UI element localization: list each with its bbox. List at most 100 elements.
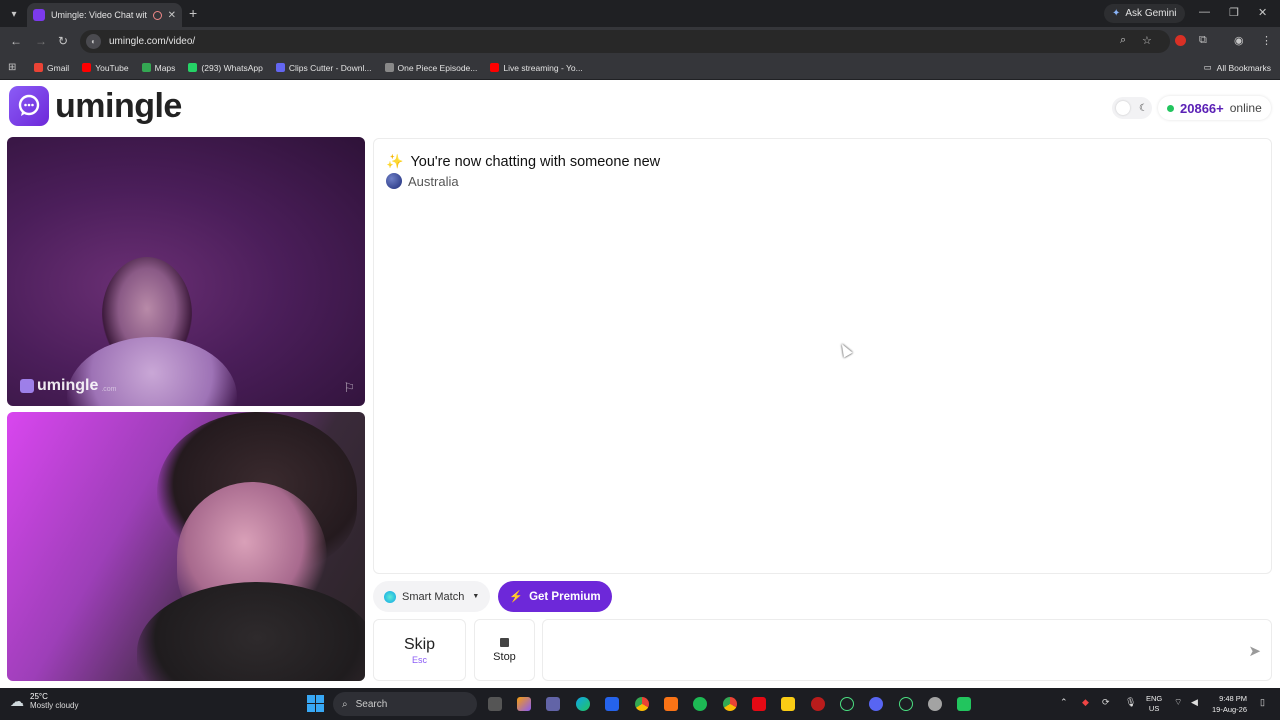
chrome-profile-icon[interactable] <box>723 697 737 711</box>
self-video <box>7 412 365 681</box>
dark-mode-toggle[interactable]: ☾ <box>1112 97 1152 119</box>
app-gray-icon[interactable] <box>928 697 942 711</box>
umingle-watermark: umingle .com <box>20 377 117 395</box>
watermark-logo-icon <box>20 379 34 393</box>
edge-icon[interactable] <box>576 697 590 711</box>
site-info-icon[interactable]: ◐ <box>86 34 101 49</box>
temperature: 25°C <box>30 692 48 701</box>
app-red-icon[interactable] <box>811 697 825 711</box>
send-icon[interactable]: ➤ <box>1248 642 1261 660</box>
extensions-puzzle-icon[interactable]: ⧉ <box>1199 34 1207 47</box>
online-counter-badge: 20866+ online <box>1158 96 1271 120</box>
skip-shortcut: Esc <box>411 654 427 665</box>
teams-icon[interactable] <box>546 697 560 711</box>
app-active-green-icon[interactable] <box>957 697 971 711</box>
wifi-icon[interactable]: ⌔ <box>1174 697 1182 708</box>
app-green-2-icon[interactable] <box>899 697 913 711</box>
tab-title: Umingle: Video Chat with St <box>51 10 147 20</box>
taskbar-search[interactable]: ⌕ Search <box>333 692 477 716</box>
copilot-icon[interactable] <box>517 697 531 711</box>
file-explorer-icon[interactable] <box>781 697 795 711</box>
umingle-favicon-icon <box>33 9 45 21</box>
stop-button[interactable]: Stop <box>474 619 535 681</box>
ask-gemini-button[interactable]: ✦ Ask Gemini <box>1104 4 1185 23</box>
site-logo[interactable]: umingle <box>9 86 182 126</box>
back-button[interactable]: ← <box>10 34 22 48</box>
app-icon[interactable] <box>605 697 619 711</box>
report-flag-icon[interactable]: ⚐ <box>343 380 355 396</box>
browser-tab-active[interactable]: Umingle: Video Chat with St ✕ <box>27 3 182 27</box>
get-premium-button[interactable]: ⚡ Get Premium <box>498 581 612 612</box>
sync-icon[interactable]: ⟳ <box>1102 697 1110 708</box>
system-clock[interactable]: 9:48 PM 19-Aug-26 <box>1212 693 1247 715</box>
stop-square-icon <box>500 637 509 647</box>
profile-avatar-icon[interactable]: ◉ <box>1234 34 1244 47</box>
netflix-icon[interactable] <box>752 697 766 711</box>
country-name: Australia <box>408 173 459 189</box>
bookmark-one-piece[interactable]: One Piece Episode... <box>384 63 477 73</box>
address-bar[interactable]: ◐ umingle.com/video/ <box>80 30 1170 53</box>
bookmark-whatsapp[interactable]: (293) WhatsApp <box>188 62 263 73</box>
task-view-icon[interactable] <box>488 697 502 711</box>
chrome-icon[interactable] <box>635 697 649 711</box>
browser-menu-icon[interactable]: ⋮ <box>1261 34 1272 47</box>
language-indicator[interactable]: ENG US <box>1146 694 1162 714</box>
app-green-icon[interactable] <box>840 697 854 711</box>
spotify-icon[interactable] <box>693 697 707 711</box>
show-hidden-icons[interactable]: ⌃ <box>1060 697 1068 708</box>
volume-icon[interactable]: ◀ <box>1191 697 1198 708</box>
restore-window-button[interactable]: ❐ <box>1229 6 1239 19</box>
forward-button[interactable]: → <box>35 34 47 48</box>
youtube-icon <box>82 63 92 72</box>
weather-widget[interactable]: ☁ 25°C Mostly cloudy <box>10 692 78 710</box>
stop-label: Stop <box>493 650 516 663</box>
extension-red-icon[interactable] <box>1175 35 1186 46</box>
moon-icon: ☾ <box>1139 102 1148 114</box>
close-window-button[interactable]: ✕ <box>1258 6 1267 19</box>
skip-button[interactable]: Skip Esc <box>373 619 466 681</box>
new-tab-button[interactable]: + <box>189 5 197 21</box>
close-tab-icon[interactable]: ✕ <box>168 10 176 21</box>
message-input[interactable]: ➤ <box>542 619 1272 681</box>
bookmark-live-streaming[interactable]: Live streaming - Yo... <box>490 62 583 73</box>
online-count: 20866+ <box>1180 100 1224 116</box>
bookmark-gmail[interactable]: Gmail <box>34 63 69 73</box>
smart-match-dropdown[interactable]: Smart Match ▼ <box>373 581 490 612</box>
reload-button[interactable]: ↻ <box>58 34 68 48</box>
watermark-suffix: .com <box>101 385 117 393</box>
bookmark-youtube[interactable]: YouTube <box>82 62 129 73</box>
all-bookmarks-button[interactable]: ▭ All Bookmarks <box>1204 62 1271 73</box>
smart-match-label: Smart Match <box>402 590 465 603</box>
bookmark-label: Clips Cutter - Downl... <box>288 62 372 73</box>
chat-panel: ✨ You're now chatting with someone new A… <box>373 138 1272 574</box>
globe-icon <box>384 590 396 603</box>
australia-flag-icon <box>386 173 402 189</box>
chat-status: ✨ You're now chatting with someone new <box>386 153 660 170</box>
weather-description: Mostly cloudy <box>30 701 79 710</box>
notifications-icon[interactable]: ▯ <box>1260 697 1265 708</box>
tab-search-icon[interactable]: ▾ <box>6 6 22 22</box>
bookmark-maps[interactable]: Maps <box>141 63 175 73</box>
search-placeholder: Search <box>355 698 388 710</box>
tray-app-icon[interactable]: ◆ <box>1082 697 1089 708</box>
apps-grid-icon[interactable]: ⊞ <box>8 62 20 74</box>
bookmark-label: (293) WhatsApp <box>201 62 263 73</box>
bookmark-label: Live streaming - Yo... <box>503 62 583 73</box>
sparkles-icon: ✨ <box>386 153 404 169</box>
bookmark-star-icon[interactable]: ☆ <box>1142 34 1152 47</box>
youtube-icon <box>490 63 500 72</box>
windows-start-icon[interactable] <box>307 695 324 712</box>
windows-taskbar: ☁ 25°C Mostly cloudy ⌕ Search ⌃ ◆ ⟳ 🎙 EN… <box>0 688 1280 720</box>
discord-icon[interactable] <box>869 697 883 711</box>
ask-gemini-label: Ask Gemini <box>1125 8 1177 19</box>
stranger-country: Australia <box>386 173 459 189</box>
vlc-icon[interactable] <box>664 697 678 711</box>
microphone-icon[interactable]: 🎙 <box>1125 697 1136 708</box>
stranger-video: umingle .com ⚐ <box>7 137 365 406</box>
bookmark-label: YouTube <box>95 62 129 73</box>
online-status-dot <box>1167 104 1174 112</box>
minimize-window-button[interactable]: — <box>1199 6 1210 18</box>
zoom-icon[interactable]: ⌕ <box>1120 34 1126 47</box>
bookmark-clips-cutter[interactable]: Clips Cutter - Downl... <box>275 62 372 73</box>
whatsapp-icon <box>188 63 198 72</box>
